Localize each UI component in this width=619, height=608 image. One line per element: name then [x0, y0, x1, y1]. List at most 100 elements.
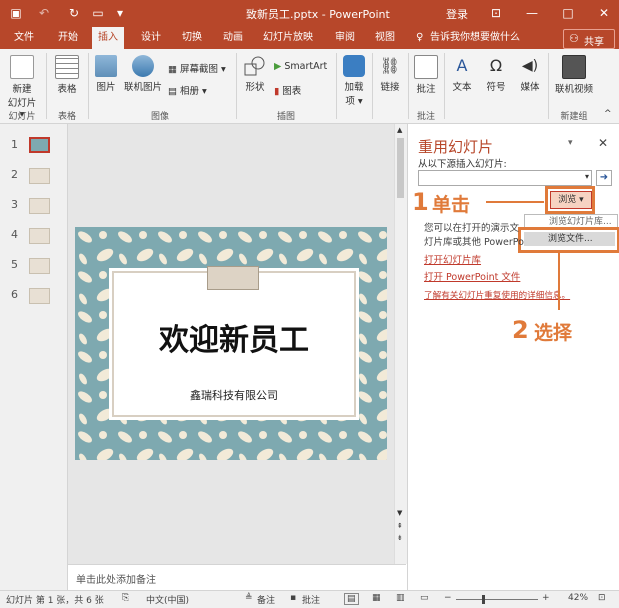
- notes-toggle[interactable]: 备注: [257, 593, 275, 606]
- tab-slideshow[interactable]: 幻灯片放映: [263, 27, 313, 49]
- addins-label-2: 项 ▾: [345, 96, 363, 107]
- text-icon: A: [456, 56, 468, 75]
- slide-sorter-icon[interactable]: ▦: [372, 593, 381, 603]
- source-dropdown-icon[interactable]: ▾: [585, 172, 589, 181]
- tab-animations[interactable]: 动画: [223, 27, 243, 49]
- symbol-button[interactable]: Ω 符号: [482, 55, 510, 93]
- open-powerpoint-file-link[interactable]: 打开 PowerPoint 文件: [424, 269, 520, 283]
- tab-review[interactable]: 审阅: [335, 27, 355, 49]
- online-picture-button[interactable]: 联机图片: [122, 55, 164, 93]
- tab-design[interactable]: 设计: [141, 27, 161, 49]
- close-button[interactable]: ✕: [596, 5, 612, 21]
- media-button[interactable]: ◀) 媒体: [516, 55, 544, 93]
- link-button[interactable]: ⛓ 链接: [376, 55, 404, 93]
- tab-home[interactable]: 开始: [58, 27, 78, 49]
- title-bar: ▣ ↶ ↻ ▭ ▾ 致新员工.pptx - PowerPoint 登录 ⊡ — …: [0, 0, 619, 27]
- zoom-in-icon[interactable]: +: [542, 593, 550, 603]
- scroll-thumb[interactable]: [397, 138, 404, 198]
- browse-button[interactable]: 浏览 ▾: [550, 191, 592, 209]
- source-input[interactable]: ▾: [418, 170, 592, 186]
- speaker-icon: ◀): [521, 58, 539, 74]
- sign-in-link[interactable]: 登录: [446, 6, 468, 22]
- tab-file[interactable]: 文件: [14, 27, 34, 49]
- pane-options-icon[interactable]: ▾: [568, 138, 573, 148]
- redo-icon[interactable]: ↻: [66, 5, 82, 21]
- tab-view[interactable]: 视图: [375, 27, 395, 49]
- spellcheck-icon[interactable]: ⎘: [122, 593, 129, 603]
- picture-button[interactable]: 图片: [92, 55, 120, 93]
- comment-button[interactable]: 批注: [412, 55, 440, 95]
- menu-browse-library[interactable]: 浏览幻灯片库...: [524, 214, 618, 228]
- shapes-button[interactable]: 形状: [242, 55, 268, 93]
- zoom-out-icon[interactable]: −: [444, 593, 452, 603]
- undo-icon[interactable]: ↶: [36, 5, 52, 21]
- tab-transitions[interactable]: 切换: [182, 27, 202, 49]
- omega-icon: Ω: [489, 56, 503, 75]
- notes-placeholder[interactable]: 单击此处添加备注: [76, 571, 156, 586]
- share-button[interactable]: ⚇ 共享: [563, 29, 615, 49]
- smartart-label: SmartArt: [284, 61, 328, 72]
- scroll-up-icon[interactable]: ▲: [397, 126, 402, 134]
- slide-thumbnail-2[interactable]: [29, 168, 50, 184]
- notes-pane[interactable]: 单击此处添加备注: [68, 564, 406, 591]
- collapse-ribbon-icon[interactable]: ^: [604, 109, 612, 119]
- chart-button[interactable]: ▮ 图表: [274, 83, 301, 97]
- tell-me-search[interactable]: 告诉我你想要做什么: [430, 27, 520, 49]
- album-icon: ▤: [168, 86, 177, 97]
- slide-thumbnail-1[interactable]: [29, 137, 50, 153]
- addins-button[interactable]: 加载 项 ▾: [340, 55, 368, 107]
- link-icon: ⛓: [379, 56, 401, 75]
- scroll-down-icon[interactable]: ▼: [397, 509, 402, 517]
- open-slide-library-link[interactable]: 打开幻灯片库: [424, 252, 481, 266]
- media-label: 媒体: [520, 82, 540, 93]
- online-picture-icon: [132, 55, 154, 77]
- video-icon: [562, 55, 586, 79]
- zoom-slider[interactable]: [456, 599, 538, 600]
- learn-more-link[interactable]: 了解有关幻灯片重复使用的详细信息。: [424, 289, 570, 301]
- fit-to-window-icon[interactable]: ⊡: [598, 593, 606, 603]
- table-button[interactable]: 表格: [52, 55, 82, 95]
- go-arrow-button[interactable]: ➜: [596, 170, 612, 186]
- tab-insert[interactable]: 插入: [92, 27, 124, 49]
- customize-qat-icon[interactable]: ▾: [112, 5, 128, 21]
- slide-thumbnail-3[interactable]: [29, 198, 50, 214]
- slide-thumbnail-6[interactable]: [29, 288, 50, 304]
- save-icon[interactable]: ▣: [8, 5, 24, 21]
- smartart-button[interactable]: ▶ SmartArt: [274, 61, 327, 72]
- menu-browse-file[interactable]: 浏览文件...: [524, 232, 615, 246]
- comments-toggle[interactable]: 批注: [302, 593, 320, 606]
- smartart-icon: ▶: [274, 61, 282, 72]
- slide-count: 幻灯片 第 1 张，共 6 张: [6, 596, 104, 606]
- pane-close-button[interactable]: ✕: [598, 136, 608, 150]
- zoom-slider-thumb[interactable]: [482, 595, 485, 604]
- next-slide-icon[interactable]: ⇟: [397, 534, 403, 542]
- comment-label: 批注: [416, 84, 436, 95]
- online-video-button[interactable]: 联机视频: [552, 55, 596, 95]
- start-from-beginning-icon[interactable]: ▭: [90, 5, 106, 21]
- slide-thumbnail-4[interactable]: [29, 228, 50, 244]
- ribbon-display-options-icon[interactable]: ⊡: [488, 5, 504, 21]
- share-label: 共享: [584, 37, 604, 48]
- slide-thumbnail-5[interactable]: [29, 258, 50, 274]
- slide-title[interactable]: 欢迎新员工: [114, 315, 354, 359]
- reading-view-icon[interactable]: ▥: [396, 593, 405, 603]
- screenshot-button[interactable]: ▦ 屏幕截图 ▾: [168, 61, 226, 75]
- slide-company[interactable]: 鑫瑞科技有限公司: [114, 387, 354, 403]
- group-tables-label: 表格: [57, 112, 76, 122]
- restore-button[interactable]: □: [560, 5, 576, 21]
- lightbulb-icon: ♀: [416, 32, 424, 43]
- ribbon-separator: [46, 53, 47, 119]
- zoom-level[interactable]: 42%: [568, 593, 588, 603]
- text-button[interactable]: A 文本: [448, 55, 476, 93]
- minimize-button[interactable]: —: [524, 5, 540, 21]
- previous-slide-icon[interactable]: ⇞: [397, 522, 403, 530]
- ribbon-separator: [88, 53, 89, 119]
- group-images-label: 图像: [150, 112, 169, 122]
- chart-icon: ▮: [274, 86, 280, 97]
- thumb-number: 2: [11, 168, 18, 181]
- language-indicator[interactable]: 中文(中国): [146, 593, 189, 606]
- vertical-scrollbar[interactable]: ▲ ▼ ⇞ ⇟: [394, 124, 407, 564]
- normal-view-icon[interactable]: ▤: [344, 593, 359, 605]
- album-button[interactable]: ▤ 相册 ▾: [168, 83, 207, 97]
- slideshow-view-icon[interactable]: ▭: [420, 593, 429, 603]
